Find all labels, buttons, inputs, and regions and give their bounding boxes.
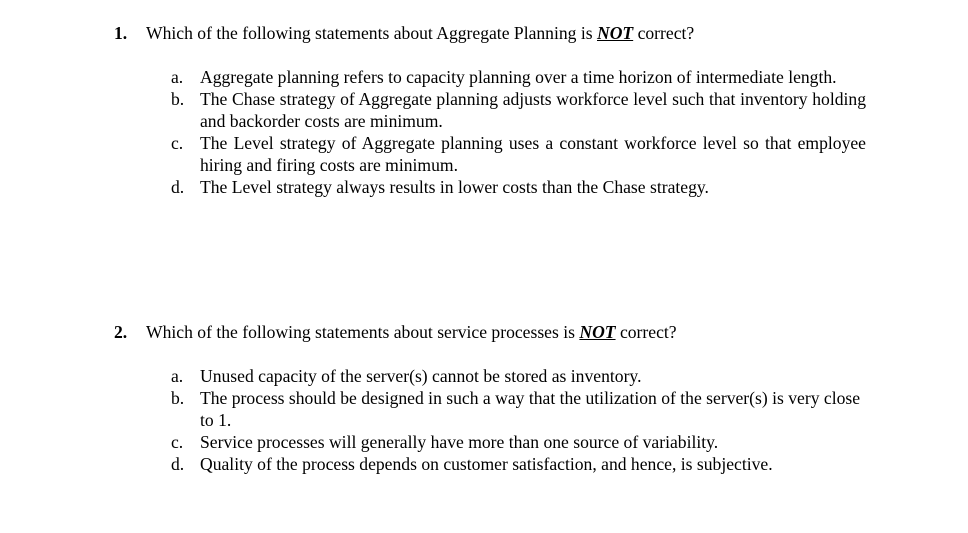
answer-option-1a[interactable]: a. Aggregate planning refers to capacity… [0,66,968,88]
question-stem-emphasis-2: NOT [579,322,616,342]
answer-option-1d[interactable]: d. The Level strategy always results in … [0,176,968,198]
answer-option-1c[interactable]: c. The Level strategy of Aggregate plann… [0,132,968,176]
answer-option-text-1b: The Chase strategy of Aggregate planning… [200,89,866,131]
answer-option-letter-2a: a. [171,366,184,386]
answer-option-letter-1b: b. [171,89,185,109]
answer-option-2b[interactable]: b. The process should be designed in suc… [0,387,968,431]
answer-option-letter-2d: d. [171,454,185,474]
answer-options-1: a. Aggregate planning refers to capacity… [0,66,968,198]
question-number-2: 2. [114,322,128,342]
answer-option-letter-2c: c. [171,432,184,452]
document-page: 1. Which of the following statements abo… [0,0,968,533]
question-stem-text-after-1: correct? [633,23,695,43]
answer-option-text-1c: The Level strategy of Aggregate planning… [200,133,866,175]
question-stem-emphasis-1: NOT [597,23,634,43]
answer-option-1b[interactable]: b. The Chase strategy of Aggregate plann… [0,88,968,132]
answer-option-2d[interactable]: d. Quality of the process depends on cus… [0,453,968,475]
answer-option-letter-2b: b. [171,388,185,408]
question-stem-1: 1. Which of the following statements abo… [0,22,968,44]
answer-options-2: a. Unused capacity of the server(s) cann… [0,365,968,475]
question-item-1: 1. Which of the following statements abo… [0,22,968,198]
answer-option-text-1a: Aggregate planning refers to capacity pl… [200,67,837,87]
question-stem-2: 2. Which of the following statements abo… [0,321,968,343]
answer-option-2a[interactable]: a. Unused capacity of the server(s) cann… [0,365,968,387]
answer-option-2c[interactable]: c. Service processes will generally have… [0,431,968,453]
question-stem-text-after-2: correct? [615,322,677,342]
question-item-2: 2. Which of the following statements abo… [0,321,968,475]
answer-option-text-2b: The process should be designed in such a… [200,388,861,430]
answer-option-letter-1a: a. [171,67,184,87]
answer-option-text-1d: The Level strategy always results in low… [200,177,709,197]
question-stem-text-before-1: Which of the following statements about … [146,23,597,43]
answer-option-letter-1c: c. [171,133,184,153]
answer-option-text-2c: Service processes will generally have mo… [200,432,719,452]
answer-option-text-2a: Unused capacity of the server(s) cannot … [200,366,642,386]
answer-option-text-2d: Quality of the process depends on custom… [200,454,773,474]
answer-option-letter-1d: d. [171,177,185,197]
question-stem-text-before-2: Which of the following statements about … [146,322,580,342]
question-number-1: 1. [114,23,128,43]
